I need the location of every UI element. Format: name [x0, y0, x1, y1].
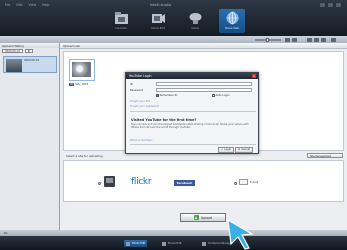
- tab-share[interactable]: Share: [182, 9, 208, 33]
- grid-icon[interactable]: [321, 37, 326, 42]
- thumbnail-view-icon[interactable]: [292, 37, 297, 42]
- window-controls: [320, 3, 341, 7]
- chevron-down-icon[interactable]: ▼: [24, 49, 33, 53]
- email-radio[interactable]: [234, 182, 237, 185]
- dialog-title-bar: YouTube Login ×: [126, 73, 258, 79]
- auto-login-checkbox[interactable]: Auto Login: [212, 94, 229, 97]
- id-field[interactable]: [156, 81, 252, 86]
- cancel-button[interactable]: ✖ Cancel: [235, 147, 253, 153]
- check-icon: ✔: [221, 148, 224, 152]
- upload-list-header: Upload List: [60, 43, 347, 49]
- tab-share-label: Share: [191, 27, 199, 30]
- folder-icon: [114, 11, 129, 25]
- youtube-radio[interactable]: [98, 182, 101, 185]
- app-title: Intelli-studio: [150, 3, 172, 7]
- checkbox-icon: [212, 94, 215, 97]
- photo-icon: [126, 241, 130, 246]
- dialog-close-icon[interactable]: ×: [252, 74, 256, 78]
- first-time-heading: Visited YouTube for the first time?: [131, 118, 197, 122]
- history-thumbnail: [6, 59, 22, 72]
- password-field[interactable]: [156, 87, 252, 92]
- filter-icon[interactable]: [314, 37, 319, 42]
- maximize-button[interactable]: [328, 3, 333, 7]
- zoom-slider-knob[interactable]: [266, 37, 269, 42]
- footer-tab-movie-edit[interactable]: Movie Edit: [160, 240, 184, 247]
- hd-badge: HD: [69, 83, 75, 86]
- upload-history-header: Upload History: [0, 43, 59, 48]
- site-management-button[interactable]: Site Management: [307, 153, 343, 158]
- envelope-icon: [239, 179, 248, 185]
- tab-share-web-label: Share Web: [225, 27, 239, 30]
- sort-icon[interactable]: [307, 37, 312, 42]
- dialog-divider-bottom: [130, 144, 256, 145]
- dialog-divider: [130, 111, 256, 112]
- share-icon: [188, 11, 203, 25]
- email-option[interactable]: E-mail: [239, 179, 258, 185]
- youtube-icon[interactable]: [104, 176, 115, 187]
- upload-item-name: SAV_0003: [75, 83, 89, 86]
- id-label: ID: [130, 82, 133, 86]
- menu-file[interactable]: File: [5, 3, 10, 7]
- tab-contents[interactable]: Contents: [108, 9, 134, 33]
- minimize-button[interactable]: [320, 3, 325, 7]
- upload-button[interactable]: Upload: [180, 213, 226, 222]
- film-icon: [151, 11, 166, 25]
- settings-icon[interactable]: [331, 37, 336, 42]
- toolbar: [0, 36, 347, 43]
- dialog-title: YouTube Login: [129, 74, 152, 79]
- menu-help[interactable]: Help: [42, 3, 49, 7]
- upload-item-caption: HD SAV_0003: [69, 83, 88, 86]
- email-label: E-mail: [250, 180, 259, 184]
- bottom-bar: Photo Edit Movie Edit Contents Manager: [0, 236, 347, 250]
- globe-icon: [225, 11, 240, 25]
- upload-button-label: Upload: [200, 215, 213, 220]
- first-time-text: Sign up here and join the largest worldw…: [131, 123, 249, 129]
- video-preview: [72, 62, 91, 77]
- title-bar: File Edit View Help Intelli-studio Conte…: [0, 0, 347, 36]
- facebook-logo[interactable]: facebook: [174, 180, 195, 186]
- site-selector: flickr facebook E-mail: [63, 160, 344, 202]
- password-label: Password: [130, 88, 144, 92]
- pc-label[interactable]: PC: [4, 231, 8, 235]
- site-select-label: Select a site for uploading: [66, 154, 103, 158]
- history-date-selector: 2009.06.19 ▼: [2, 49, 57, 53]
- youtube-login-dialog: YouTube Login × ID Password Remember ID …: [125, 72, 259, 154]
- close-button[interactable]: [336, 3, 341, 7]
- forgot-password-link[interactable]: Forgot your password?: [130, 105, 159, 108]
- mode-tabs: Contents Movie Edit Share Share Web: [108, 9, 245, 33]
- menu-bar: File Edit View Help: [5, 3, 49, 7]
- upload-thumbnail[interactable]: [69, 59, 95, 81]
- signup-link[interactable]: What is YouTube?: [130, 139, 152, 142]
- menu-edit[interactable]: Edit: [16, 3, 22, 7]
- history-item[interactable]: 2009.06.19: [3, 56, 57, 73]
- flickr-logo[interactable]: flickr: [131, 177, 152, 187]
- history-date-dropdown[interactable]: 2009.06.19: [2, 49, 23, 53]
- menu-view[interactable]: View: [29, 3, 37, 7]
- contents-icon: [202, 241, 206, 246]
- upload-history-panel: Upload History 2009.06.19 ▼ 2009.06.19: [0, 43, 60, 230]
- tab-share-web[interactable]: Share Web: [219, 9, 245, 33]
- forgot-id-link[interactable]: Forgot your ID?: [130, 100, 150, 103]
- remember-id-checkbox[interactable]: Remember ID: [156, 94, 177, 97]
- footer-tab-photo-edit[interactable]: Photo Edit: [124, 240, 148, 247]
- tab-contents-label: Contents: [115, 27, 127, 30]
- login-button[interactable]: ✔ Login: [218, 147, 235, 153]
- history-item-title: 2009.06.19: [24, 59, 39, 62]
- tab-movie-edit[interactable]: Movie Edit: [145, 9, 171, 33]
- x-icon: ✖: [238, 148, 241, 152]
- upload-arrow-icon: [193, 215, 199, 220]
- tab-movie-edit-label: Movie Edit: [151, 27, 165, 30]
- movie-icon: [162, 241, 166, 246]
- checkbox-checked-icon: [156, 94, 159, 97]
- list-view-icon[interactable]: [285, 37, 290, 42]
- pointer-arrow-icon: [227, 218, 254, 250]
